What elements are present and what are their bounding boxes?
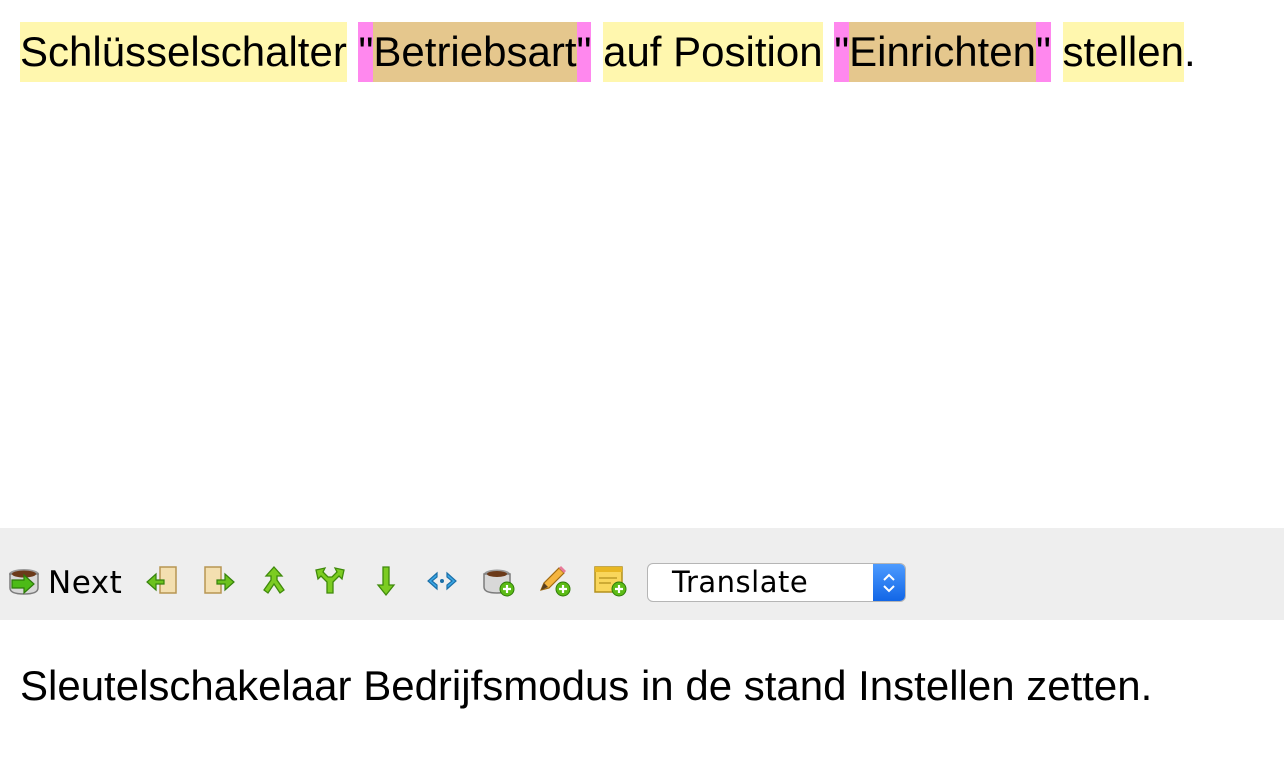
tag-code-button[interactable]	[425, 566, 459, 600]
edit-add-icon	[537, 564, 571, 603]
source-term[interactable]: Betriebsart	[373, 22, 577, 82]
source-spacing	[823, 22, 835, 82]
add-note-icon	[593, 564, 627, 603]
add-term-button[interactable]	[481, 566, 515, 600]
target-sentence[interactable]: Sleutelschakelaar Bedrijfsmodus in de st…	[20, 658, 1152, 714]
next-button-label: Next	[48, 565, 123, 601]
source-word[interactable]: stellen	[1062, 22, 1184, 82]
mode-select[interactable]: Translate	[647, 563, 906, 602]
next-button[interactable]: Next	[6, 562, 122, 604]
target-pane: Sleutelschakelaar Bedrijfsmodus in de st…	[0, 620, 1284, 772]
next-segment-button[interactable]	[201, 564, 235, 603]
next-segment-icon	[201, 564, 235, 603]
updown-chevron-icon	[873, 564, 905, 601]
source-spacing	[591, 22, 603, 82]
source-term[interactable]: Einrichten	[849, 22, 1036, 82]
source-spacing	[1051, 22, 1063, 82]
source-tag-marker[interactable]: "	[834, 22, 850, 82]
toolbar	[0, 528, 1284, 620]
tag-code-icon	[425, 564, 459, 603]
move-down-button[interactable]	[369, 564, 403, 603]
source-spacing: .	[1183, 28, 1196, 75]
source-sentence[interactable]: Schlüsselschalter " Betriebsart " auf Posi…	[20, 22, 1196, 82]
source-word[interactable]: auf Position	[603, 22, 823, 82]
source-word[interactable]: Schlüsselschalter	[20, 22, 347, 82]
source-spacing	[347, 22, 359, 82]
add-note-button[interactable]	[593, 564, 627, 603]
split-icon	[313, 564, 347, 603]
move-down-icon	[369, 564, 403, 603]
merge-up-icon	[257, 564, 291, 603]
previous-segment-button[interactable]	[146, 564, 180, 603]
edit-add-button[interactable]	[537, 564, 571, 603]
source-pane: Schlüsselschalter " Betriebsart " auf Posi…	[0, 0, 1284, 528]
coffee-arrow-icon	[6, 564, 42, 603]
add-term-icon	[481, 564, 515, 603]
previous-segment-icon	[146, 564, 180, 603]
mode-select-value: Translate	[672, 565, 809, 599]
merge-up-button[interactable]	[257, 564, 291, 603]
source-tag-marker[interactable]: "	[576, 22, 592, 82]
source-tag-marker[interactable]: "	[1035, 22, 1051, 82]
source-tag-marker[interactable]: "	[358, 22, 374, 82]
split-button[interactable]	[313, 566, 347, 600]
